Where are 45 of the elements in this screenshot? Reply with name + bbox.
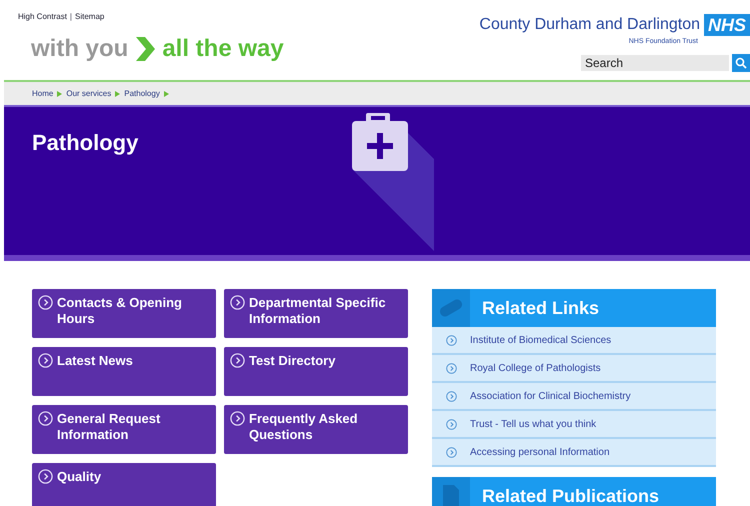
panel-title: Related Links: [482, 298, 600, 318]
breadcrumb-link[interactable]: Our services: [66, 89, 112, 98]
section-link-tile[interactable]: Test Directory: [224, 347, 408, 396]
slogan-text: all the way: [162, 35, 284, 63]
breadcrumb-arrow-icon: [57, 90, 62, 96]
chevron-circle-icon: [38, 295, 53, 310]
panel-title: Related Publications: [482, 486, 660, 506]
section-link-tile[interactable]: General Request Information: [32, 405, 216, 454]
document-icon: [442, 484, 460, 506]
chevron-circle-icon: [38, 469, 53, 484]
section-link-tile[interactable]: Frequently Asked Questions: [224, 405, 408, 454]
page-title: Pathology: [31, 129, 140, 156]
nhs-logo: NHS: [704, 14, 750, 36]
chevron-logo-icon: [134, 36, 156, 62]
related-link[interactable]: Association for Clinical Biochemistry: [432, 383, 716, 411]
chevron-circle-icon: [446, 390, 456, 402]
organisation-name: County Durham and Darlington: [479, 16, 700, 34]
chevron-circle-icon: [38, 353, 53, 368]
top-link[interactable]: High Contrast: [18, 12, 67, 21]
section-link-tile[interactable]: Contacts & Opening Hours: [32, 289, 216, 338]
section-link-tile[interactable]: Latest News: [32, 347, 216, 396]
chevron-circle-icon: [230, 411, 245, 426]
breadcrumb-arrow-icon: [115, 90, 120, 96]
section-link-tile[interactable]: Departmental Specific Information: [224, 289, 408, 338]
related-link[interactable]: Royal College of Pathologists: [432, 355, 716, 383]
separator: |: [70, 12, 72, 21]
search-icon: [735, 57, 747, 69]
chevron-circle-icon: [446, 418, 456, 430]
related-link[interactable]: Trust - Tell us what you think: [432, 411, 716, 439]
chevron-circle-icon: [230, 295, 245, 310]
chevron-circle-icon: [230, 353, 245, 368]
breadcrumb-link[interactable]: Home: [32, 89, 54, 98]
search-button[interactable]: [732, 54, 750, 72]
chevron-circle-icon: [446, 446, 456, 458]
chevron-circle-icon: [446, 334, 456, 346]
related-link[interactable]: Accessing personal Information: [432, 439, 716, 467]
section-link-tile[interactable]: Quality: [32, 463, 216, 506]
search-field[interactable]: Search: [581, 55, 729, 71]
slogan-text: with you: [31, 35, 128, 63]
chevron-circle-icon: [446, 362, 456, 374]
breadcrumb-arrow-icon: [164, 90, 169, 96]
top-link[interactable]: Sitemap: [75, 12, 104, 21]
related-link[interactable]: Institute of Biomedical Sciences: [432, 327, 716, 355]
breadcrumb-link[interactable]: Pathology: [124, 89, 160, 98]
chevron-circle-icon: [38, 411, 53, 426]
